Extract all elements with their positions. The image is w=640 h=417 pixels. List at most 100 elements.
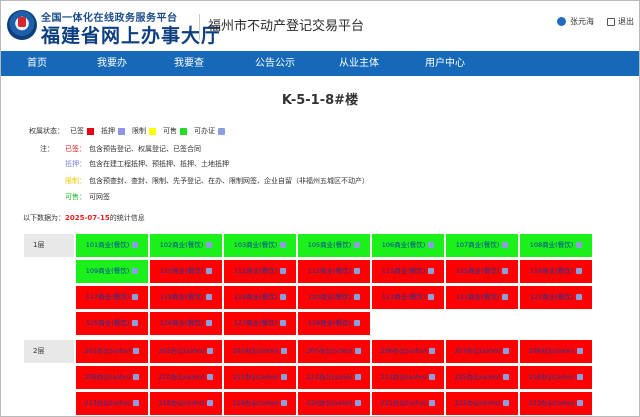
certificate-icon — [207, 400, 214, 406]
unit-cell[interactable]: 211办公(soho) — [224, 366, 296, 389]
unit-cell[interactable]: 109商业(餐饮) — [76, 260, 148, 283]
floor-label: 2层 — [24, 340, 74, 363]
certificate-icon — [428, 268, 435, 274]
unit-cell[interactable]: 215办公(soho) — [446, 366, 518, 389]
unit-cell[interactable]: 119商业(餐饮) — [224, 286, 296, 309]
unit-cell[interactable]: 117商业(餐饮) — [76, 286, 148, 309]
unit-name: 208办公(soho) — [528, 347, 575, 355]
unit-name: 115商业(餐饮) — [455, 267, 500, 275]
unit-cell[interactable]: 217办公(soho) — [76, 392, 148, 415]
certificate-icon — [280, 268, 287, 274]
unit-cell[interactable]: 218办公(soho) — [150, 392, 222, 415]
unit-cell[interactable]: 219办公(soho) — [224, 392, 296, 415]
certificate-icon — [355, 400, 362, 406]
certificate-icon — [354, 320, 361, 326]
unit-name: 128商业(餐饮) — [307, 319, 352, 327]
legend-swatch-mortgage — [118, 127, 125, 135]
nav-query[interactable]: 我要查 — [174, 51, 204, 76]
unit-cell[interactable]: 115商业(餐饮) — [446, 260, 518, 283]
unit-cell[interactable]: 107商业(餐饮) — [446, 234, 518, 257]
unit-cell[interactable]: 223办公(soho) — [520, 392, 592, 415]
nav-user-center[interactable]: 用户中心 — [425, 51, 465, 76]
unit-cell[interactable]: 216办公(soho) — [520, 366, 592, 389]
legend-swatch-available — [180, 127, 187, 135]
unit-cell[interactable]: 128商业(餐饮) — [298, 312, 370, 335]
certificate-icon — [577, 400, 584, 406]
unit-cell[interactable]: 209办公(soho) — [76, 366, 148, 389]
unit-name: 103商业(餐饮) — [233, 241, 278, 249]
unit-cell[interactable]: 220办公(soho) — [298, 392, 370, 415]
unit-cell[interactable]: 202办公(soho) — [150, 340, 222, 363]
certificate-icon — [503, 348, 510, 354]
unit-cell[interactable]: 127商业(餐饮) — [224, 312, 296, 335]
unit-cell[interactable]: 212办公(soho) — [298, 366, 370, 389]
unit-name: 201办公(soho) — [84, 347, 131, 355]
unit-name: 117商业(餐饮) — [85, 293, 130, 301]
unit-cell[interactable]: 113商业(餐饮) — [372, 260, 444, 283]
unit-name: 211办公(soho) — [232, 373, 279, 381]
unit-name: 110商业(餐饮) — [159, 267, 204, 275]
unit-name: 123商业(餐饮) — [529, 293, 574, 301]
unit-cell[interactable]: 120商业(餐饮) — [298, 286, 370, 309]
unit-cell[interactable]: 118商业(餐饮) — [150, 286, 222, 309]
unit-cell[interactable]: 213办公(soho) — [372, 366, 444, 389]
nav-announcements[interactable]: 公告公示 — [255, 51, 295, 76]
unit-name: 202办公(soho) — [158, 347, 205, 355]
unit-name: 105商业(餐饮) — [307, 241, 352, 249]
unit-cell[interactable]: 205办公(soho) — [298, 340, 370, 363]
unit-name: 109商业(餐饮) — [85, 267, 130, 275]
user-menu[interactable]: 张元海 — [557, 16, 594, 27]
unit-cell[interactable]: 221办公(soho) — [372, 392, 444, 415]
unit-cell[interactable]: 222办公(soho) — [446, 392, 518, 415]
unit-cell[interactable]: 116商业(餐饮) — [520, 260, 592, 283]
unit-cell[interactable]: 203办公(soho) — [224, 340, 296, 363]
unit-cell[interactable]: 110商业(餐饮) — [150, 260, 222, 283]
certificate-icon — [577, 374, 584, 380]
unit-cell[interactable]: 121商业(餐饮) — [372, 286, 444, 309]
unit-cell[interactable]: 111商业(餐饮) — [224, 260, 296, 283]
unit-cell[interactable]: 102商业(餐饮) — [150, 234, 222, 257]
unit-name: 216办公(soho) — [528, 373, 575, 381]
legend-item-restricted: 限制 — [132, 127, 146, 135]
unit-cell[interactable]: 103商业(餐饮) — [224, 234, 296, 257]
unit-cell[interactable]: 126商业(餐饮) — [150, 312, 222, 335]
certificate-icon — [429, 400, 436, 406]
unit-cell[interactable]: 112商业(餐饮) — [298, 260, 370, 283]
nav-entities[interactable]: 从业主体 — [339, 51, 379, 76]
unit-name: 222办公(soho) — [454, 399, 501, 407]
unit-cell[interactable]: 207办公(soho) — [446, 340, 518, 363]
logout-icon — [607, 17, 615, 26]
unit-name: 220办公(soho) — [306, 399, 353, 407]
data-date-prefix: 以下数据为： — [23, 214, 65, 222]
unit-cell[interactable]: 108商业(餐饮) — [520, 234, 592, 257]
unit-name: 126商业(餐饮) — [159, 319, 204, 327]
logo-title[interactable]: 福建省网上办事大厅 — [41, 21, 221, 48]
unit-name: 125商业(餐饮) — [85, 319, 130, 327]
certificate-icon — [206, 242, 213, 248]
unit-cell[interactable]: 208办公(soho) — [520, 340, 592, 363]
logout-button[interactable]: 退出 — [607, 16, 634, 27]
logout-label: 退出 — [618, 17, 634, 26]
certificate-icon — [428, 294, 435, 300]
unit-cell[interactable]: 106商业(餐饮) — [372, 234, 444, 257]
unit-name: 223办公(soho) — [528, 399, 575, 407]
certificate-icon — [206, 320, 213, 326]
user-icon — [557, 17, 566, 26]
nav-home[interactable]: 首页 — [27, 51, 47, 76]
unit-cell[interactable]: 210办公(soho) — [150, 366, 222, 389]
data-date-suffix: 的统计信息 — [109, 214, 145, 222]
unit-cell[interactable]: 206办公(soho) — [372, 340, 444, 363]
unit-cell[interactable]: 105商业(餐饮) — [298, 234, 370, 257]
certificate-icon — [133, 374, 140, 380]
unit-cell[interactable]: 125商业(餐饮) — [76, 312, 148, 335]
unit-cell[interactable]: 201办公(soho) — [76, 340, 148, 363]
certificate-icon — [281, 348, 288, 354]
certificate-icon — [576, 268, 583, 274]
unit-cell[interactable]: 101商业(餐饮) — [76, 234, 148, 257]
unit-name: 219办公(soho) — [232, 399, 279, 407]
unit-cell[interactable]: 122商业(餐饮) — [446, 286, 518, 309]
nav-apply[interactable]: 我要办 — [97, 51, 127, 76]
page-frame: 全国一体化在线政务服务平台 福建省网上办事大厅 福州市不动产登记交易平台 张元海… — [0, 0, 640, 417]
certificate-icon — [577, 348, 584, 354]
unit-cell[interactable]: 123商业(餐饮) — [520, 286, 592, 309]
